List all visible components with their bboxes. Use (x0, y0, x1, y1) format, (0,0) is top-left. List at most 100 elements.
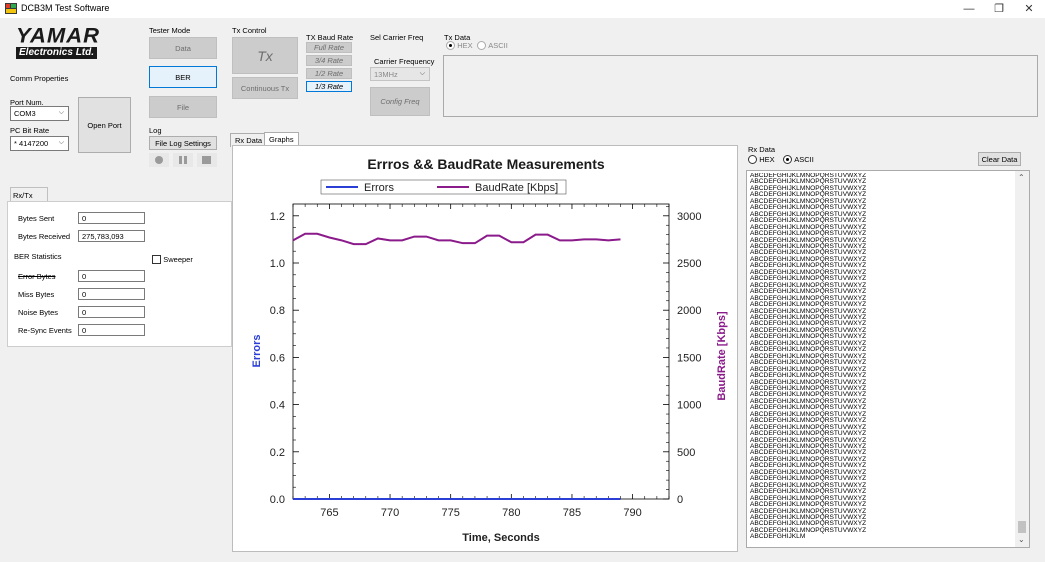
y-tick-label: 0.6 (270, 352, 285, 364)
close-button[interactable]: ✕ (1014, 0, 1044, 18)
scroll-down-icon[interactable]: ⌄ (1018, 535, 1025, 544)
record-icon[interactable] (149, 153, 169, 167)
plot-frame (292, 203, 670, 500)
y-tick-label: 1.0 (270, 258, 285, 270)
x-tick-label: 775 (441, 507, 459, 519)
mode-ber-button[interactable]: BER (149, 66, 217, 88)
mode-data-button[interactable]: Data (149, 37, 217, 59)
baud-1-2-rate-button[interactable]: 1/2 Rate (306, 68, 352, 79)
resync-events-field[interactable]: 0 (78, 324, 145, 336)
tx-button[interactable]: Tx (232, 37, 298, 74)
rx-hex-radio[interactable]: HEX (748, 155, 775, 165)
chevron-down-icon: ⌵ (58, 139, 64, 146)
bytes-sent-field[interactable]: 0 (78, 212, 145, 224)
sweeper-checkbox[interactable]: Sweeper (152, 255, 193, 265)
y-tick-label: 0.4 (270, 400, 285, 412)
log-controls (149, 153, 217, 167)
y2-tick-label: 1500 (677, 352, 701, 364)
checkbox-icon (152, 255, 161, 265)
logo-subtitle: Electronics Ltd. (16, 47, 98, 59)
maximize-button[interactable]: ❐ (984, 0, 1014, 18)
rx-data-label: Rx Data (748, 145, 776, 154)
minimize-button[interactable]: — (954, 0, 984, 18)
tester-mode-label: Tester Mode (149, 26, 191, 35)
graph-panel: Errros && BaudRate Measurements 765 770 77… (232, 145, 738, 552)
carrier-frequency-value: 13MHz (374, 70, 398, 79)
x-tick-label: 780 (502, 507, 520, 519)
pause-icon[interactable] (173, 153, 193, 167)
log-label: Log (149, 126, 162, 135)
carrier-frequency-combo[interactable]: 13MHz ⌵ (370, 67, 430, 81)
noise-bytes-label: Noise Bytes (18, 308, 59, 317)
miss-bytes-label: Miss Bytes (18, 290, 55, 299)
config-freq-button[interactable]: Config Freq (370, 87, 430, 116)
window-title: DCB3M Test Software (21, 3, 110, 13)
file-log-settings-button[interactable]: File Log Settings (149, 136, 217, 150)
tx-baud-rate-label: TX Baud Rate (306, 33, 354, 42)
port-num-value: COM3 (14, 109, 36, 118)
legend-baudrate-label: BaudRate [Kbps] (475, 182, 558, 194)
tab-graphs[interactable]: Graphs (264, 132, 299, 146)
stop-icon[interactable] (197, 153, 217, 167)
tx-control-label: Tx Control (232, 26, 267, 35)
title-bar: DCB3M Test Software — ❐ ✕ (0, 0, 1045, 18)
y-tick-label: 1.2 (270, 211, 285, 223)
pc-bit-rate-combo[interactable]: * 4147200 ⌵ (10, 136, 69, 151)
pc-bit-rate-label: PC Bit Rate (10, 126, 50, 135)
error-bytes-field[interactable]: 0 (78, 270, 145, 282)
y2-tick-label: 0 (677, 494, 683, 506)
continuous-tx-button[interactable]: Continuous Tx (232, 77, 298, 99)
ber-statistics-label: BER Statistics (14, 252, 62, 261)
bytes-received-label: Bytes Received (18, 232, 71, 241)
measurements-chart: Errros && BaudRate Measurements 765 770 77… (251, 156, 728, 544)
scrollbar-thumb[interactable] (1018, 521, 1026, 533)
clear-data-button[interactable]: Clear Data (978, 152, 1021, 166)
tab-rxtx-ber[interactable]: Rx/Tx BER (10, 187, 48, 209)
y-axis-label: Errors (251, 334, 263, 367)
resync-events-label: Re-Sync Events (18, 326, 72, 335)
rx-data-textbox[interactable]: ABCDEFGHIJKLMNOPQRSTUVWXYZ ABCDEFGHIJKLMN… (746, 170, 1030, 548)
y-tick-label: 0.0 (270, 494, 285, 506)
app-icon (5, 3, 17, 14)
baudrate-series-line (292, 232, 621, 246)
carrier-frequency-label: Carrier Frequency (374, 57, 435, 66)
scroll-up-icon[interactable]: ⌃ (1018, 173, 1025, 182)
port-num-combo[interactable]: COM3 ⌵ (10, 106, 69, 121)
error-bytes-label: Error Bytes (18, 272, 56, 281)
x-axis-label: Time, Seconds (462, 532, 539, 544)
rx-ascii-radio[interactable]: ASCII (783, 155, 814, 165)
y-tick-label: 0.2 (270, 447, 285, 459)
rx-data-line: ABCDEFGHIJKLM (750, 533, 806, 541)
y2-tick-label: 1000 (677, 400, 701, 412)
bytes-sent-label: Bytes Sent (18, 214, 55, 223)
pc-bit-rate-value: * 4147200 (14, 139, 49, 148)
noise-bytes-field[interactable]: 0 (78, 306, 145, 318)
miss-bytes-field[interactable]: 0 (78, 288, 145, 300)
x-tick-label: 765 (320, 507, 338, 519)
rx-data-content: ABCDEFGHIJKLMNOPQRSTUVWXYZ ABCDEFGHIJKLMN… (750, 173, 1015, 545)
comm-properties-label: Comm Properties (10, 74, 69, 83)
y2-tick-label: 3000 (677, 211, 701, 223)
baud-full-rate-button[interactable]: Full Rate (306, 42, 352, 53)
baud-1-3-rate-button[interactable]: 1/3 Rate (306, 81, 352, 92)
x-tick-label: 770 (381, 507, 399, 519)
tx-hex-radio[interactable]: HEX (446, 41, 473, 51)
rx-scrollbar[interactable]: ⌃ ⌄ (1015, 171, 1029, 547)
y2-tick-label: 2000 (677, 305, 701, 317)
y-tick-label: 0.8 (270, 305, 285, 317)
open-port-button[interactable]: Open Port (78, 97, 131, 153)
chevron-down-icon: ⌵ (58, 109, 64, 116)
x-tick-label: 785 (563, 507, 581, 519)
legend-errors-label: Errors (364, 182, 394, 194)
tx-data-textbox[interactable] (443, 55, 1038, 117)
logo-wordmark: YAMAR (16, 23, 101, 48)
y2-tick-label: 2500 (677, 258, 701, 270)
baud-3-4-rate-button[interactable]: 3/4 Rate (306, 55, 352, 66)
y2-tick-label: 500 (677, 447, 695, 459)
mode-file-button[interactable]: File (149, 96, 217, 118)
chart-title: Errros && BaudRate Measurements (367, 156, 605, 172)
yamar-logo: YAMAR Electronics Ltd. (16, 23, 108, 64)
bytes-received-field[interactable]: 275,783,093 (78, 230, 145, 242)
x-tick-label: 790 (623, 507, 641, 519)
tx-ascii-radio[interactable]: ASCII (477, 41, 508, 51)
